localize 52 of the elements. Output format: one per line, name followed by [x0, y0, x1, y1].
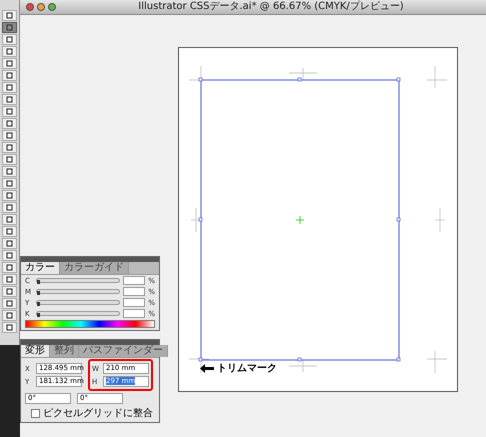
tool-icon[interactable] [2, 250, 17, 261]
slider-thumb[interactable] [37, 280, 40, 284]
tool-icon[interactable] [2, 298, 17, 309]
tool-icon[interactable] [2, 10, 17, 21]
slider-track[interactable] [36, 311, 120, 316]
panel-tab[interactable]: パスファインダー [79, 345, 168, 357]
tool-icon[interactable] [2, 286, 17, 297]
tool-icon[interactable] [2, 34, 17, 45]
tool-icon[interactable] [2, 238, 17, 249]
close-icon[interactable] [26, 3, 34, 11]
tool-icon[interactable] [2, 142, 17, 153]
tool-icon[interactable] [2, 154, 17, 165]
checkbox-label: ピクセルグリッドに整合 [43, 407, 153, 420]
arrow-icon [200, 364, 214, 372]
tool-icon[interactable] [2, 118, 17, 129]
checkbox[interactable] [31, 408, 40, 418]
tool-icon[interactable] [2, 46, 17, 57]
tool-icon[interactable] [2, 202, 17, 213]
tool-icon[interactable] [2, 178, 17, 189]
tool-icon[interactable] [2, 94, 17, 105]
slider-track[interactable] [36, 278, 120, 283]
tool-icon[interactable] [2, 262, 17, 273]
minimize-icon[interactable] [37, 3, 45, 11]
panel-tab[interactable]: カラー [21, 262, 60, 274]
input-field[interactable] [123, 309, 146, 318]
panel-tab[interactable]: 変形 [21, 345, 50, 357]
tool-icon[interactable] [2, 106, 17, 117]
panel-tab[interactable]: カラーガイド [60, 262, 129, 274]
slider-track[interactable] [36, 300, 120, 305]
slider-thumb[interactable] [37, 291, 40, 295]
tool-icon[interactable] [2, 322, 17, 333]
slider-track[interactable] [36, 289, 120, 294]
slider-thumb[interactable] [37, 313, 40, 317]
input-field[interactable] [123, 276, 146, 285]
zoom-icon[interactable] [48, 3, 56, 11]
tool-icon[interactable] [2, 130, 17, 141]
tool-icon[interactable] [2, 214, 17, 225]
annotation-label: トリムマーク [217, 362, 277, 375]
tool-icon[interactable] [2, 166, 17, 177]
color-spectrum[interactable] [25, 320, 155, 328]
input-field[interactable] [123, 287, 146, 296]
tool-icon[interactable] [2, 226, 17, 237]
tool-icon[interactable] [2, 310, 17, 321]
panel-tab[interactable]: 整列 [50, 345, 79, 357]
tool-icon[interactable] [2, 274, 17, 285]
tool-icon[interactable] [2, 190, 17, 201]
tool-icon[interactable] [2, 82, 17, 93]
input-field[interactable] [123, 298, 146, 307]
slider-thumb[interactable] [37, 302, 40, 306]
window-title: Illustrator CSSデータ.ai* @ 66.67% (CMYK/プレビュー) [137, 0, 405, 14]
tool-icon[interactable] [2, 58, 17, 69]
tool-icon[interactable] [2, 70, 17, 81]
